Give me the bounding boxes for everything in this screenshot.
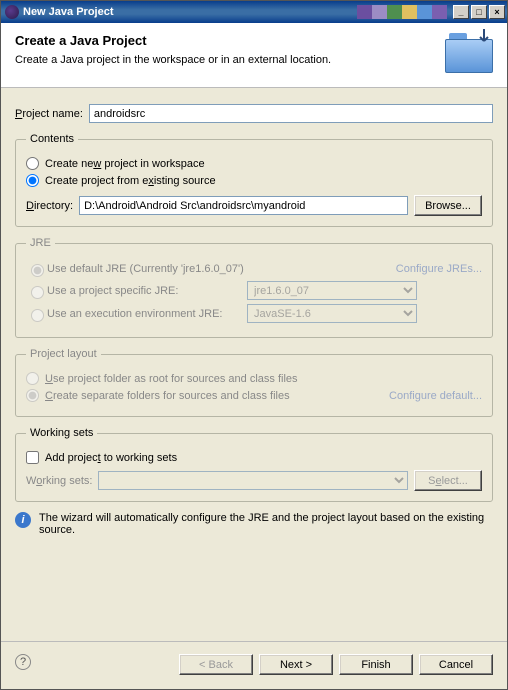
- titlebar[interactable]: New Java Project _ □ ×: [1, 1, 507, 23]
- wizard-info-text: The wizard will automatically configure …: [39, 512, 493, 536]
- radio-existing-source[interactable]: [26, 174, 39, 187]
- label-env-jre: Use an execution environment JRE:: [47, 308, 247, 320]
- project-name-input[interactable]: [89, 104, 493, 123]
- banner-heading: Create a Java Project: [15, 33, 445, 48]
- help-icon[interactable]: ?: [15, 654, 31, 670]
- add-to-workingsets-checkbox[interactable]: [26, 451, 39, 464]
- project-name-label: Project name:: [15, 108, 83, 120]
- contents-group: Contents Create new project in workspace…: [15, 133, 493, 227]
- label-layout-root: Use project folder as root for sources a…: [45, 373, 298, 385]
- workingsets-legend: Working sets: [26, 427, 97, 439]
- close-button[interactable]: ×: [489, 5, 505, 19]
- browse-button[interactable]: Browse...: [414, 195, 482, 216]
- banner-subtext: Create a Java project in the workspace o…: [15, 54, 445, 66]
- maximize-button[interactable]: □: [471, 5, 487, 19]
- env-jre-combo: JavaSE-1.6: [247, 304, 417, 323]
- layout-group: Project layout Use project folder as roo…: [15, 348, 493, 417]
- cancel-button[interactable]: Cancel: [419, 654, 493, 675]
- jre-group: JRE Use default JRE (Currently 'jre1.6.0…: [15, 237, 493, 338]
- label-specific-jre: Use a project specific JRE:: [47, 285, 247, 297]
- radio-env-jre: [31, 309, 44, 322]
- eclipse-icon: [5, 5, 19, 19]
- directory-input[interactable]: [79, 196, 408, 215]
- layout-legend: Project layout: [26, 348, 101, 360]
- radio-specific-jre: [31, 286, 44, 299]
- banner: Create a Java Project Create a Java proj…: [1, 23, 507, 88]
- radio-layout-root: [26, 372, 39, 385]
- window-title: New Java Project: [23, 6, 114, 18]
- next-button[interactable]: Next >: [259, 654, 333, 675]
- radio-default-jre: [31, 264, 44, 277]
- label-existing-source: Create project from existing source: [45, 175, 216, 187]
- wizard-folder-icon: [445, 33, 493, 73]
- jre-legend: JRE: [26, 237, 55, 249]
- info-icon: i: [15, 512, 31, 528]
- configure-jres-link: Configure JREs...: [396, 263, 482, 275]
- workingsets-combo: [98, 471, 408, 490]
- configure-default-link: Configure default...: [389, 390, 482, 402]
- label-layout-separate: Create separate folders for sources and …: [45, 390, 389, 402]
- radio-layout-separate: [26, 389, 39, 402]
- specific-jre-combo: jre1.6.0_07: [247, 281, 417, 300]
- finish-button[interactable]: Finish: [339, 654, 413, 675]
- title-decoration: [357, 5, 447, 19]
- label-new-workspace: Create new project in workspace: [45, 158, 205, 170]
- select-workingsets-button: Select...: [414, 470, 482, 491]
- contents-legend: Contents: [26, 133, 78, 145]
- directory-label: Directory:: [26, 200, 73, 212]
- workingsets-label: Working sets:: [26, 475, 92, 487]
- back-button: < Back: [179, 654, 253, 675]
- label-default-jre: Use default JRE (Currently 'jre1.6.0_07'…: [47, 263, 247, 275]
- workingsets-group: Working sets Add project to working sets…: [15, 427, 493, 502]
- minimize-button[interactable]: _: [453, 5, 469, 19]
- radio-new-workspace[interactable]: [26, 157, 39, 170]
- label-add-workingsets: Add project to working sets: [45, 452, 177, 464]
